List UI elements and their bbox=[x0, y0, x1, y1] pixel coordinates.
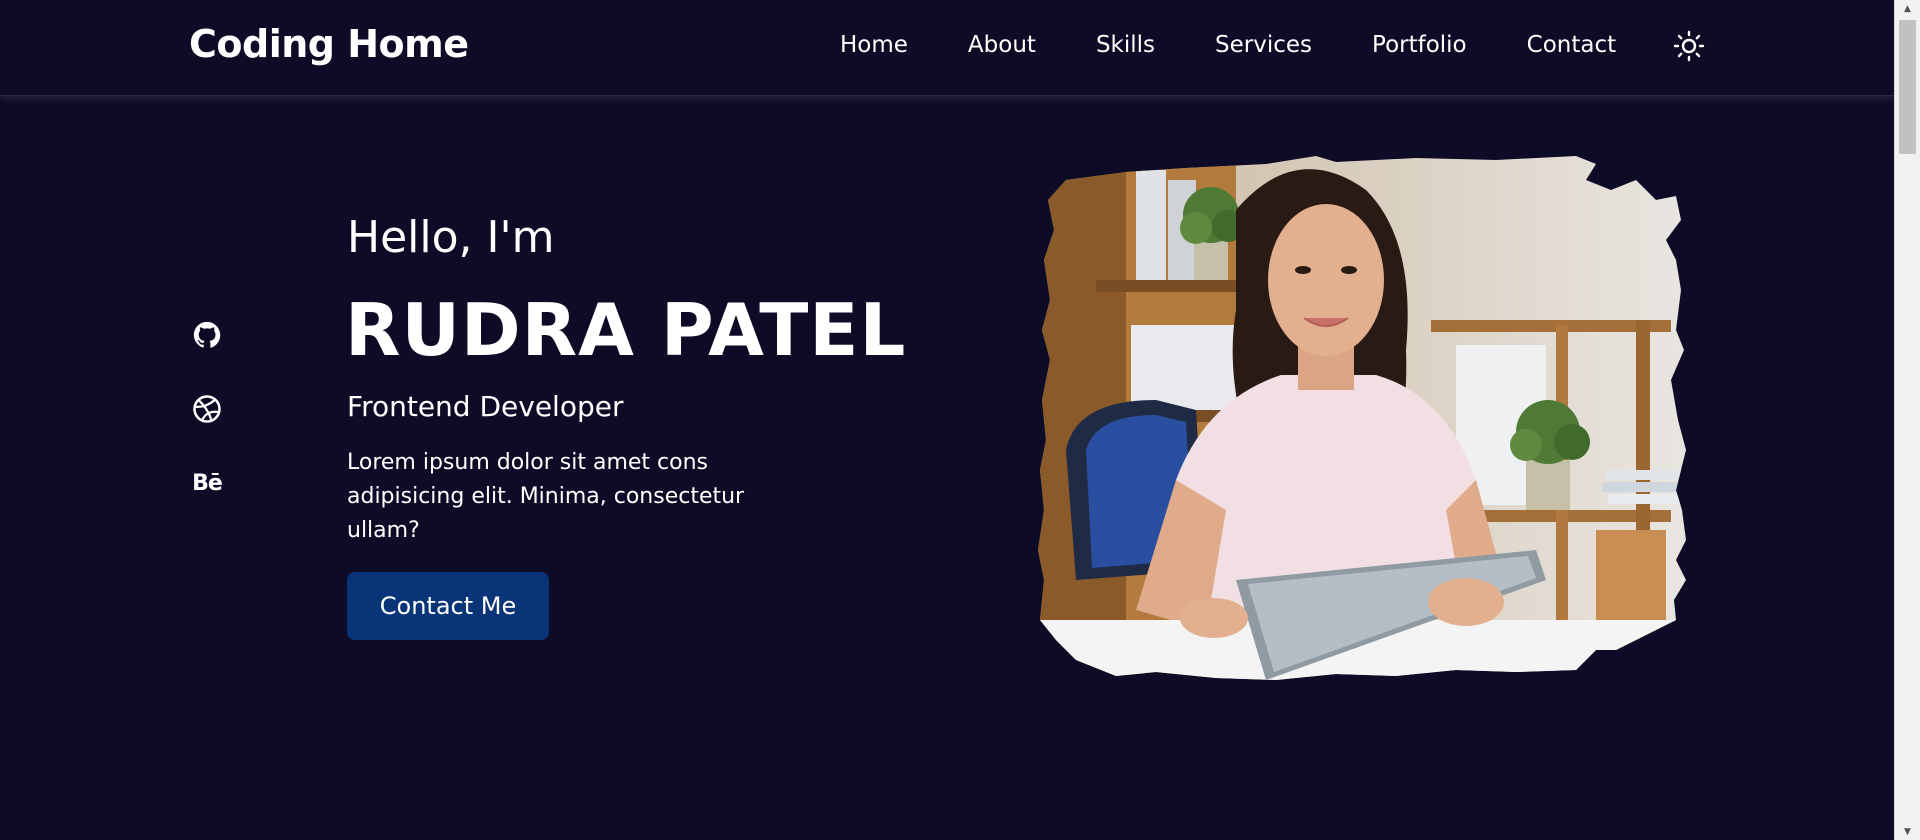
nav-about[interactable]: About bbox=[968, 32, 1036, 58]
behance-icon[interactable]: Bē bbox=[190, 466, 224, 500]
site-header: Coding Home Home About Skills Services P… bbox=[0, 0, 1895, 96]
dribbble-icon[interactable] bbox=[190, 392, 224, 426]
github-icon[interactable] bbox=[190, 318, 224, 352]
nav-home[interactable]: Home bbox=[840, 32, 908, 58]
main-nav: Home About Skills Services Portfolio Con… bbox=[840, 32, 1616, 58]
hero-name: RUDRA PATEL bbox=[345, 288, 907, 372]
page-scrollbar[interactable]: ▲ ▼ bbox=[1894, 0, 1920, 840]
nav-skills[interactable]: Skills bbox=[1096, 32, 1155, 58]
nav-contact[interactable]: Contact bbox=[1527, 32, 1616, 58]
hero-greeting: Hello, I'm bbox=[347, 212, 555, 263]
social-links: Bē bbox=[190, 318, 224, 540]
scroll-up-arrow-icon[interactable]: ▲ bbox=[1895, 0, 1920, 17]
nav-services[interactable]: Services bbox=[1215, 32, 1312, 58]
scroll-thumb[interactable] bbox=[1899, 20, 1916, 154]
hero-description: Lorem ipsum dolor sit amet cons adipisic… bbox=[347, 450, 745, 543]
page: Coding Home Home About Skills Services P… bbox=[0, 0, 1920, 840]
hero-photo bbox=[1036, 150, 1700, 692]
scroll-down-arrow-icon[interactable]: ▼ bbox=[1895, 823, 1920, 840]
nav-portfolio[interactable]: Portfolio bbox=[1372, 32, 1467, 58]
sun-icon[interactable] bbox=[1673, 30, 1705, 62]
hero-role: Frontend Developer bbox=[347, 390, 624, 423]
site-logo[interactable]: Coding Home bbox=[189, 22, 469, 66]
contact-me-button[interactable]: Contact Me bbox=[347, 572, 549, 640]
behance-label: Bē bbox=[192, 470, 223, 496]
